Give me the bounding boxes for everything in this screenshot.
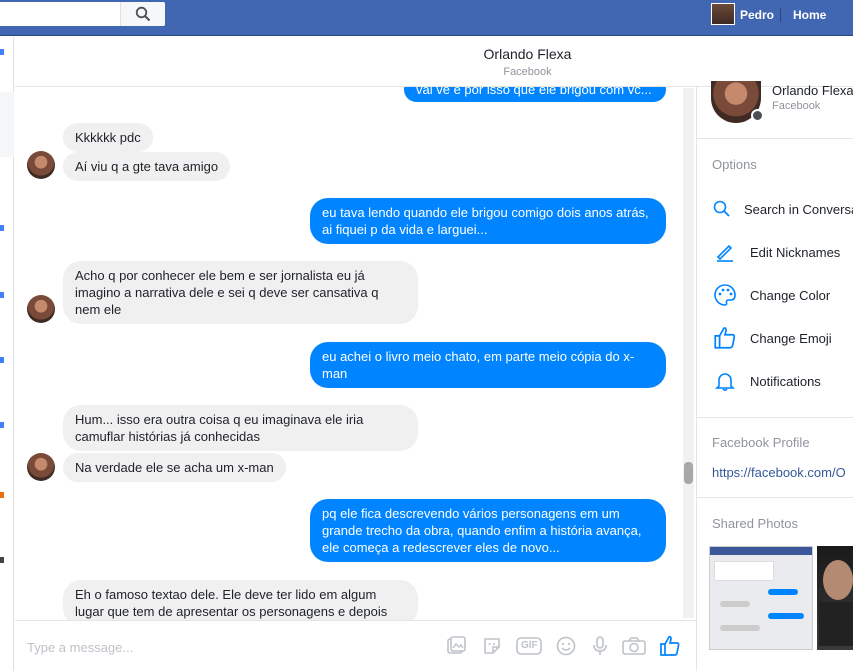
home-link[interactable]: Home [793, 8, 826, 22]
divider [697, 417, 853, 418]
like-icon[interactable] [657, 633, 683, 659]
gif-icon[interactable]: GIF [515, 633, 543, 659]
search-icon [135, 6, 151, 22]
facebook-badge-icon [751, 109, 764, 122]
sidebar-marker [0, 225, 4, 231]
sidebar-marker [0, 422, 4, 428]
option-label: Change Emoji [750, 330, 832, 346]
conversation-info-panel: Orlando Flexa Facebook Options Search in… [696, 81, 853, 671]
message-outgoing[interactable]: vai vê é por isso que ele brigou com vc.… [404, 87, 666, 102]
option-label: Notifications [750, 373, 821, 389]
pencil-icon [712, 239, 738, 265]
option-label: Search in Conversation [744, 201, 853, 217]
message-incoming[interactable]: Kkkkkk pdc [63, 123, 153, 152]
scrollbar-thumb[interactable] [684, 462, 693, 484]
option-change-color[interactable]: Change Color [712, 279, 853, 311]
message-outgoing[interactable]: pq ele fica descrevendo vários personage… [310, 499, 666, 562]
bell-icon [712, 368, 738, 394]
shared-photo-thumbnail[interactable] [709, 546, 813, 650]
user-name-link[interactable]: Pedro [740, 8, 774, 22]
message-input[interactable]: Type a message... [27, 640, 133, 655]
message-outgoing[interactable]: eu achei o livro meio chato, em parte me… [310, 342, 666, 388]
message-scrollbar[interactable] [683, 88, 694, 618]
search-icon [712, 196, 732, 222]
emoji-icon[interactable] [553, 633, 579, 659]
sticker-icon[interactable] [479, 633, 505, 659]
camera-icon[interactable] [619, 633, 649, 659]
contact-name[interactable]: Orlando Flexa [772, 83, 853, 98]
search-button[interactable] [120, 2, 165, 26]
message-incoming[interactable]: Eh o famoso textao dele. Ele deve ter li… [63, 580, 418, 620]
profile-link[interactable]: https://facebook.com/O [712, 465, 846, 480]
sidebar-marker [0, 492, 4, 498]
contact-avatar[interactable] [27, 151, 55, 179]
conversation-header: Orlando Flexa Facebook [15, 37, 853, 87]
message-incoming[interactable]: Aí viu q a gte tava amigo [63, 152, 231, 181]
message-incoming[interactable]: Acho q por conhecer ele bem e ser jornal… [63, 261, 418, 324]
thumbs-up-icon [712, 325, 738, 351]
option-search-in-conversation[interactable]: Search in Conversation [712, 193, 853, 225]
option-edit-nicknames[interactable]: Edit Nicknames [712, 236, 853, 268]
option-label: Edit Nicknames [750, 244, 841, 260]
top-navigation-bar: Pedro Home [0, 0, 853, 36]
divider [780, 8, 781, 22]
option-change-emoji[interactable]: Change Emoji [712, 322, 853, 354]
contact-avatar[interactable] [27, 295, 55, 323]
sidebar-marker [0, 49, 4, 55]
option-label: Change Color [750, 287, 831, 303]
options-heading: Options [712, 157, 757, 172]
contact-source: Facebook [772, 100, 821, 112]
option-notifications[interactable]: Notifications [712, 365, 853, 397]
message-composer: Type a message... GIF [15, 620, 696, 671]
sidebar-marker [0, 557, 4, 563]
divider [697, 138, 853, 139]
gif-label: GIF [521, 640, 538, 651]
shared-photos-heading: Shared Photos [712, 516, 799, 531]
message-incoming[interactable]: Hum... isso era outra coisa q eu imagina… [63, 405, 418, 451]
contact-avatar[interactable] [27, 453, 55, 481]
conversation-subtitle: Facebook [503, 66, 552, 78]
message-incoming[interactable]: Na verdade ele se acha um x-man [63, 453, 286, 482]
sidebar-marker [0, 357, 4, 363]
sidebar-marker [0, 292, 4, 298]
microphone-icon[interactable] [587, 633, 613, 659]
palette-icon [712, 282, 738, 308]
image-icon[interactable] [443, 633, 469, 659]
selected-conversation-highlight [0, 92, 14, 157]
user-avatar[interactable] [711, 3, 735, 25]
divider [697, 497, 853, 498]
message-list: vai vê é por isso que ele brigou com vc.… [15, 87, 683, 620]
conversation-title[interactable]: Orlando Flexa [15, 46, 853, 62]
profile-heading: Facebook Profile [712, 435, 810, 450]
message-outgoing[interactable]: eu tava lendo quando ele brigou comigo d… [310, 198, 666, 244]
shared-photo-thumbnail[interactable] [817, 546, 853, 650]
conversation-list-edge [0, 37, 14, 671]
